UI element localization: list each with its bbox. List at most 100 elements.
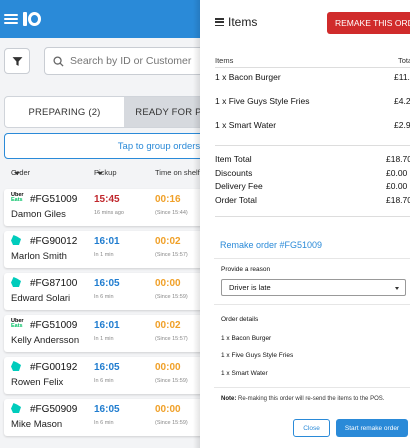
summary-amount: £18.70 [386,195,410,205]
deliveroo-logo [11,403,21,413]
hamburger-menu-icon[interactable] [4,14,18,24]
shelf-time: 00:02 [155,236,181,247]
column-headers: Order Pickup Time on shelf [0,168,200,180]
shelf-since: (Since 15:59) [155,420,188,426]
note-text: Re-making this order will re-send the it… [236,396,385,402]
tab-preparing[interactable]: PREPARING (2) [5,97,124,127]
divider [214,304,410,305]
summary-line: Order Total £18.70 [215,195,410,205]
panel-title: Items [228,15,258,29]
col-pickup[interactable]: Pickup [94,168,117,177]
order-card[interactable]: #FG00192 Rowen Felix 16:05 In 6 min 00:0… [4,357,200,394]
order-card[interactable]: #FG90012 Marlon Smith 16:01 In 1 min 00:… [4,231,200,268]
search-row [0,47,200,75]
order-card[interactable]: Uber Eats #FG51009 Kelly Andersson 16:01 … [4,315,200,352]
shelf-time: 00:00 [155,404,181,415]
customer-name: Mike Mason [11,419,63,430]
shelf-time: 00:00 [155,278,181,289]
dropdown-arrow-icon [395,287,399,290]
shelf-since: (Since 15:44) [155,210,188,216]
reason-select[interactable]: Driver is late [221,279,406,296]
search-icon [53,55,64,67]
customer-name: Edward Solari [11,293,71,304]
divider [215,145,410,146]
summary-amount: £0.00 [386,168,408,178]
shelf-time: 00:16 [155,194,181,205]
pickup-time: 16:05 [94,404,120,415]
divider [215,216,410,217]
reason-value: Driver is late [229,283,271,292]
summary-label: Delivery Fee [215,181,263,191]
order-card[interactable]: Uber Eats #FG51009 Damon Giles 15:45 16 m… [4,189,200,226]
pickup-relative: In 6 min [94,420,114,426]
order-id: #FG50909 [30,404,78,415]
shelf-time: 00:00 [155,362,181,373]
pickup-time: 16:01 [94,236,120,247]
divider [214,258,410,259]
summary-line: Delivery Fee £0.00 [215,181,410,191]
order-detail-item: 1 x Smart Water [221,370,268,377]
divider [214,387,410,388]
remake-note: Note: Re-making this order will re-send … [221,396,410,402]
remake-order-button[interactable]: REMAKE THIS ORDER [327,12,410,34]
order-id: #FG90012 [30,236,78,247]
order-card[interactable]: #FG87100 Edward Solari 16:05 In 6 min 00… [4,273,200,310]
summary-label: Item Total [215,154,252,164]
pickup-relative: In 6 min [94,294,114,300]
shelf-since: (Since 15:57) [155,336,188,342]
customer-name: Damon Giles [11,209,66,220]
search-input[interactable] [70,55,200,67]
order-id: #FG00192 [30,362,78,373]
order-details-label: Order details [221,316,259,323]
pickup-relative: In 1 min [94,336,114,342]
pickup-time: 15:45 [94,194,120,205]
pickup-relative: In 6 min [94,378,114,384]
top-bar [0,0,200,38]
item-line: 1 x Bacon Burger £11.50 [215,72,410,82]
filter-icon [12,56,22,66]
shelf-time: 00:02 [155,320,181,331]
order-card[interactable]: #FG50909 Mike Mason 16:05 In 6 min 00:00… [4,399,200,436]
col-pickup-label: Pickup [94,168,117,177]
item-amount: £11.50 [394,72,410,82]
pickup-time: 16:05 [94,278,120,289]
reason-label: Provide a reason [221,266,271,273]
note-label: Note: [221,396,237,402]
item-amount: £2.95 [394,120,410,130]
order-id: #FG87100 [30,278,78,289]
summary-label: Discounts [215,168,253,178]
ubereats-logo: Uber Eats [11,318,24,329]
item-line: 1 x Five Guys Style Fries £4.25 [215,96,410,106]
filter-button[interactable] [4,48,30,74]
status-tabs: PREPARING (2) READY FOR PICKUP [4,96,200,128]
items-header: Items Total [215,56,410,65]
ubereats-logo: Uber Eats [11,192,24,203]
summary-amount: £18.70 [386,154,410,164]
item-name: 1 x Smart Water [215,120,277,130]
order-id: #FG51009 [30,320,78,331]
total-column-label: Total [398,56,410,65]
pickup-relative: 16 mins ago [94,210,124,216]
app-logo [23,12,41,26]
pickup-relative: In 1 min [94,252,114,258]
items-column-label: Items [215,56,234,65]
item-name: 1 x Bacon Burger [215,72,281,82]
order-detail-item: 1 x Five Guys Style Fries [221,352,294,359]
customer-name: Kelly Andersson [11,335,80,346]
remake-order-title: Remake order #FG51009 [220,240,323,250]
tab-ready-for-pickup[interactable]: READY FOR PICKUP [124,97,200,127]
item-name: 1 x Five Guys Style Fries [215,96,310,106]
pickup-time: 16:05 [94,362,120,373]
search-field[interactable] [44,47,200,75]
col-order[interactable]: Order [11,168,30,177]
shelf-since: (Since 15:57) [155,252,188,258]
orders-list: Uber Eats #FG51009 Damon Giles 15:45 16 m… [4,189,200,441]
panel-header: Items REMAKE THIS ORDER [200,12,410,34]
summary-line: Discounts £0.00 [215,168,410,178]
close-button[interactable]: Close [293,419,330,437]
col-order-label: Order [11,168,31,177]
summary-label: Order Total [215,195,257,205]
order-id: #FG51009 [30,194,78,205]
start-remake-button[interactable]: Start remake order [336,419,408,437]
group-orders-button[interactable]: Tap to group orders [4,133,200,159]
